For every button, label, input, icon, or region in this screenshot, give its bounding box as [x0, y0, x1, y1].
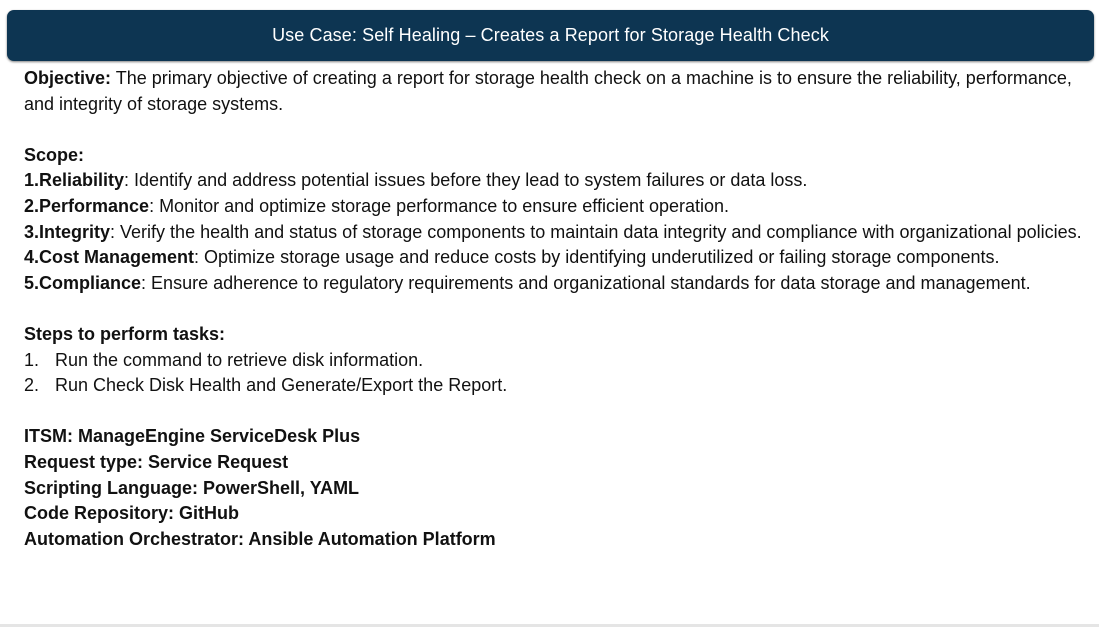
step-number: 2.: [24, 375, 40, 396]
step-text: Run the command to retrieve disk informa…: [55, 349, 424, 370]
steps-heading: Steps to perform tasks:: [24, 322, 1084, 348]
scope-item: 3.Integrity: Verify the health and statu…: [24, 220, 1084, 246]
scope-item-label: 3.Integrity: [24, 221, 111, 242]
step-item: 2. Run Check Disk Health and Generate/Ex…: [24, 373, 1084, 399]
detail-scripting-language: Scripting Language: PowerShell, YAML: [24, 476, 1084, 502]
scope-item-label: 5.Compliance: [24, 272, 142, 293]
step-text: Run Check Disk Health and Generate/Expor…: [55, 375, 508, 396]
scope-heading-text: Scope:: [24, 144, 85, 165]
scope-item: 4.Cost Management: Optimize storage usag…: [24, 245, 1084, 271]
scope-item-text: : Ensure adherence to regulatory require…: [141, 272, 1031, 293]
scope-item: 5.Compliance: Ensure adherence to regula…: [24, 271, 1084, 297]
objective-text: The primary objective of creating a repo…: [24, 68, 1072, 114]
scope-item-text: : Verify the health and status of storag…: [110, 221, 1082, 242]
objective-label: Objective:: [24, 68, 112, 88]
scope-item-label: 4.Cost Management: [24, 247, 195, 268]
scope-heading: Scope:: [24, 143, 1084, 169]
detail-automation-orchestrator: Automation Orchestrator: Ansible Automat…: [24, 527, 1084, 553]
title-banner: Use Case: Self Healing – Creates a Repor…: [7, 10, 1094, 61]
step-item: 1. Run the command to retrieve disk info…: [24, 348, 1084, 374]
steps-heading-text: Steps to perform tasks:: [24, 323, 226, 344]
scope-item-text: : Monitor and optimize storage performan…: [149, 195, 730, 216]
detail-text: Scripting Language: PowerShell, YAML: [24, 477, 360, 498]
scope-item-text: : Identify and address potential issues …: [124, 170, 808, 191]
scope-item: 1.Reliability: Identify and address pote…: [24, 168, 1084, 194]
document-body: Objective: The primary objective of crea…: [24, 66, 1084, 552]
detail-request-type: Request type: Service Request: [24, 450, 1084, 476]
detail-text: ITSM: ManageEngine ServiceDesk Plus: [24, 426, 361, 447]
detail-text: Request type: Service Request: [24, 451, 289, 472]
scope-item-label: 1.Reliability: [24, 170, 125, 191]
detail-text: Code Repository: GitHub: [24, 503, 239, 524]
scope-item-label: 2.Performance: [24, 195, 150, 216]
step-number: 1.: [24, 349, 40, 370]
page-title: Use Case: Self Healing – Creates a Repor…: [272, 25, 829, 45]
detail-code-repository: Code Repository: GitHub: [24, 501, 1084, 527]
objective-paragraph: Objective: The primary objective of crea…: [24, 66, 1084, 117]
scope-item: 2.Performance: Monitor and optimize stor…: [24, 194, 1084, 220]
detail-itsm: ITSM: ManageEngine ServiceDesk Plus: [24, 424, 1084, 450]
detail-text: Automation Orchestrator: Ansible Automat…: [24, 528, 496, 549]
scope-item-text: : Optimize storage usage and reduce cost…: [194, 247, 1000, 268]
